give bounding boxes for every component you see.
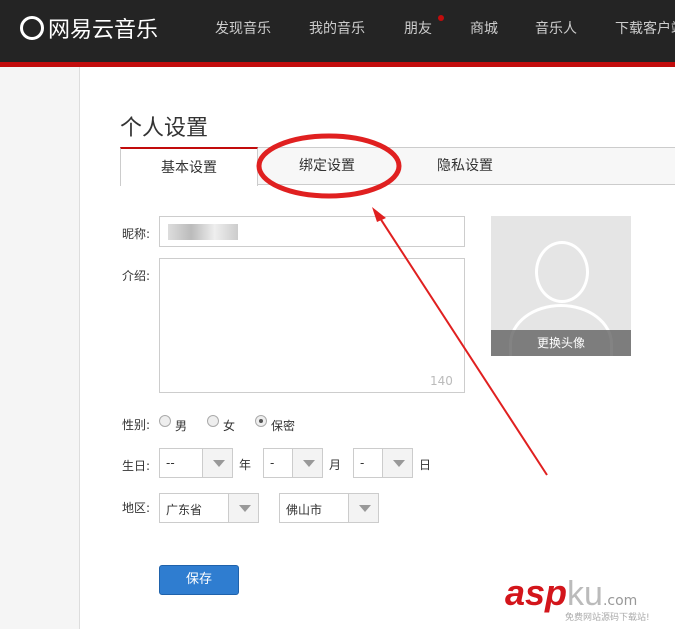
watermark-brand2: ku [567, 575, 603, 613]
annotation-overlay [256, 133, 548, 476]
watermark-tld: .com [602, 593, 638, 609]
annotation-arrow [377, 214, 548, 476]
arrow-head-icon [372, 207, 386, 222]
highlight-circle [256, 133, 402, 199]
watermark-brand: asp [505, 572, 568, 613]
watermark-slogan: 免费网站源码下载站! [565, 613, 650, 623]
watermark: aspku.com 免费网站源码下载站! [505, 572, 650, 623]
